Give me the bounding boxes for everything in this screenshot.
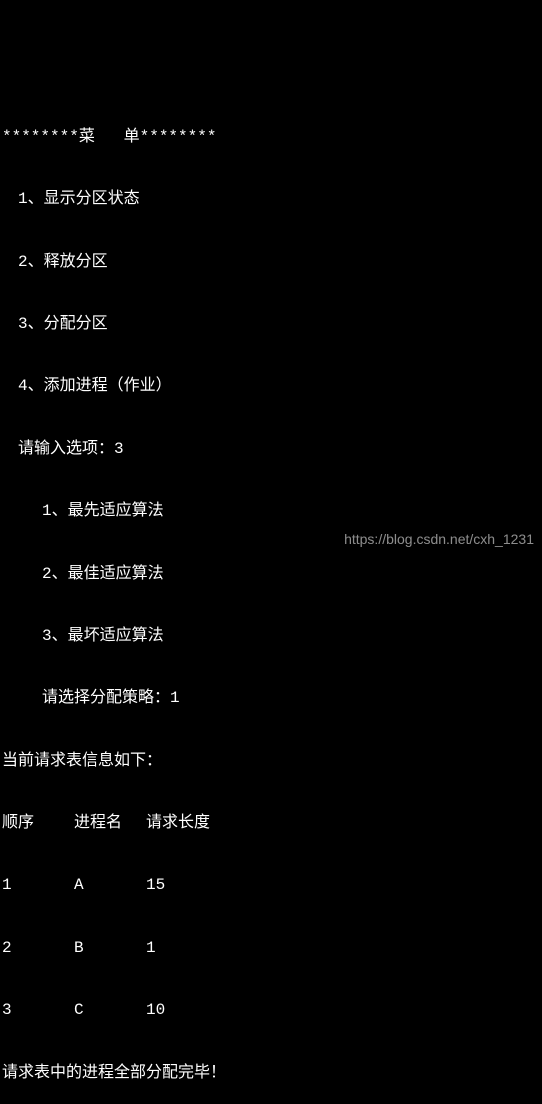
- request-header-name: 进程名: [74, 813, 146, 834]
- menu-item: 3、分配分区: [2, 314, 540, 335]
- title-label: 菜 单: [79, 128, 140, 146]
- cell-seq: 2: [2, 938, 74, 959]
- menu-item: 4、添加进程（作业）: [2, 376, 540, 397]
- algorithm-prompt-line: 请选择分配策略：1: [2, 688, 540, 709]
- request-headers: 顺序进程名请求长度: [2, 813, 540, 834]
- allocation-done: 请求表中的进程全部分配完毕！: [2, 1063, 540, 1084]
- request-header-len: 请求长度: [146, 813, 210, 834]
- algorithm-item: 3、最坏适应算法: [2, 626, 540, 647]
- algorithm-item: 1、最先适应算法: [2, 501, 540, 522]
- menu-prompt-line: 请输入选项：3: [2, 439, 540, 460]
- cell-name: C: [74, 1000, 146, 1021]
- cell-len: 10: [146, 1000, 165, 1021]
- request-row: 2B1: [2, 938, 540, 959]
- request-row: 1A15: [2, 875, 540, 896]
- cell-len: 15: [146, 875, 165, 896]
- cell-name: B: [74, 938, 146, 959]
- cell-seq: 3: [2, 1000, 74, 1021]
- menu-item: 1、显示分区状态: [2, 189, 540, 210]
- cell-len: 1: [146, 938, 156, 959]
- title-prefix: ********: [2, 128, 79, 146]
- cell-name: A: [74, 875, 146, 896]
- request-row: 3C10: [2, 1000, 540, 1021]
- menu-input[interactable]: 3: [114, 440, 124, 458]
- algorithm-prompt: 请选择分配策略：: [42, 689, 170, 707]
- watermark-text: https://blog.csdn.net/cxh_1231: [344, 530, 534, 548]
- menu-prompt: 请输入选项：: [18, 440, 114, 458]
- cell-seq: 1: [2, 875, 74, 896]
- request-header-seq: 顺序: [2, 813, 74, 834]
- menu-title: ********菜 单********: [2, 127, 540, 148]
- algorithm-input[interactable]: 1: [170, 689, 180, 707]
- request-heading: 当前请求表信息如下：: [2, 751, 540, 772]
- terminal-output: ********菜 单******** 1、显示分区状态 2、释放分区 3、分配…: [0, 83, 542, 1104]
- menu-item: 2、释放分区: [2, 252, 540, 273]
- algorithm-item: 2、最佳适应算法: [2, 564, 540, 585]
- title-suffix: ********: [140, 128, 217, 146]
